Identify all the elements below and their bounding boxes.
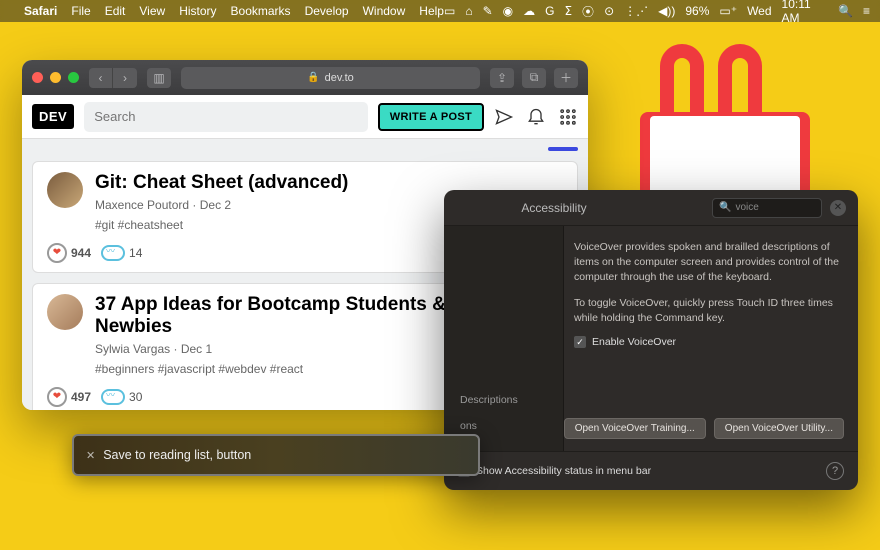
search-input[interactable]: [84, 102, 368, 132]
window-title: Accessibility: [444, 201, 712, 215]
safari-toolbar: ‹ › ▥ 🔒 dev.to ⇪ ⧉ ＋: [22, 60, 588, 95]
voiceover-text: Save to reading list, button: [103, 448, 251, 462]
clock-time[interactable]: 10:11 AM: [782, 0, 829, 25]
battery-percent: 96%: [685, 4, 709, 18]
dev-site-header: DEV WRITE A POST: [22, 95, 588, 139]
comment-count: 14: [129, 246, 142, 260]
menu-window[interactable]: Window: [363, 4, 406, 18]
prefpane-sidebar: Descriptions ons: [444, 226, 564, 451]
notifications-icon[interactable]: [526, 107, 546, 127]
cloud-icon[interactable]: ☁: [523, 4, 535, 18]
evernote-icon[interactable]: ✎: [483, 4, 493, 18]
partial-card: [32, 147, 578, 155]
status-icon[interactable]: ◉: [503, 4, 513, 18]
open-training-button[interactable]: Open VoiceOver Training...: [564, 418, 706, 439]
reaction-count: 497: [71, 390, 91, 404]
grid-icon[interactable]: [558, 107, 578, 127]
sidebar-button[interactable]: ▥: [147, 68, 171, 88]
prefpane-search[interactable]: 🔍 voice: [712, 198, 822, 218]
menu-edit[interactable]: Edit: [105, 4, 126, 18]
address-bar[interactable]: 🔒 dev.to: [181, 67, 480, 89]
sidebar-item-descriptions[interactable]: Descriptions: [450, 388, 557, 412]
post-date: Dec 1: [181, 342, 212, 356]
enable-voiceover-checkbox[interactable]: ✓ Enable VoiceOver: [574, 336, 842, 348]
status-icon[interactable]: ▭: [444, 4, 455, 18]
clock-day[interactable]: Wed: [747, 4, 771, 18]
status-icon[interactable]: ⵉ: [564, 4, 572, 18]
menu-view[interactable]: View: [139, 4, 165, 18]
checkbox-icon: ✓: [574, 336, 586, 348]
back-button[interactable]: ‹: [89, 68, 113, 88]
books-app-icon: [640, 56, 810, 206]
menu-file[interactable]: File: [71, 4, 90, 18]
post-date: Dec 2: [200, 198, 231, 212]
search-icon: 🔍: [719, 202, 731, 213]
share-button[interactable]: ⇪: [490, 68, 514, 88]
search-value: voice: [735, 202, 758, 213]
help-icon[interactable]: ?: [826, 462, 844, 480]
post-tags[interactable]: #git #cheatsheet: [95, 218, 348, 232]
accessibility-icon[interactable]: ⦿: [582, 3, 594, 20]
minimize-icon[interactable]: [50, 72, 61, 83]
reaction-count: 944: [71, 246, 91, 260]
wifi-icon[interactable]: ⋮⋰: [624, 4, 648, 18]
comment-count: 30: [129, 390, 142, 404]
tabs-button[interactable]: ⧉: [522, 68, 546, 88]
post-author[interactable]: Sylwia Vargas: [95, 342, 170, 356]
menu-bookmarks[interactable]: Bookmarks: [231, 4, 291, 18]
voiceover-hint: To toggle VoiceOver, quickly press Touch…: [574, 296, 842, 326]
avatar[interactable]: [47, 172, 83, 208]
status-icon[interactable]: G: [545, 4, 554, 18]
comment-icon[interactable]: [101, 389, 125, 405]
spotlight-icon[interactable]: 🔍: [838, 4, 853, 18]
volume-icon[interactable]: ◀)): [658, 4, 675, 18]
heart-icon[interactable]: ❤: [47, 243, 67, 263]
menu-help[interactable]: Help: [419, 4, 444, 18]
url-text: dev.to: [325, 72, 354, 84]
macos-menubar: Safari File Edit View History Bookmarks …: [0, 0, 880, 22]
clear-search-icon[interactable]: ✕: [830, 200, 846, 216]
lock-icon: 🔒: [307, 72, 319, 83]
menu-develop[interactable]: Develop: [305, 4, 349, 18]
open-utility-button[interactable]: Open VoiceOver Utility...: [714, 418, 844, 439]
dev-logo[interactable]: DEV: [32, 104, 74, 129]
close-icon[interactable]: [32, 72, 43, 83]
post-author[interactable]: Maxence Poutord: [95, 198, 189, 212]
accessibility-prefpane: Accessibility 🔍voice ✕ Descriptions ons …: [444, 190, 858, 490]
checkbox-label: Enable VoiceOver: [592, 336, 676, 348]
show-status-checkbox[interactable]: ✓Show Accessibility status in menu bar: [458, 465, 651, 477]
heart-icon[interactable]: ❤: [47, 387, 67, 407]
voiceover-caption-panel: ✕ Save to reading list, button: [72, 434, 480, 476]
connect-icon[interactable]: [494, 107, 514, 127]
post-title[interactable]: Git: Cheat Sheet (advanced): [95, 172, 348, 194]
status-icon[interactable]: ⌂: [465, 4, 472, 18]
close-icon[interactable]: ✕: [86, 449, 95, 462]
forward-button[interactable]: ›: [113, 68, 137, 88]
avatar[interactable]: [47, 294, 83, 330]
write-post-button[interactable]: WRITE A POST: [378, 103, 484, 131]
checkbox-label: Show Accessibility status in menu bar: [476, 465, 651, 477]
maximize-icon[interactable]: [68, 72, 79, 83]
battery-icon[interactable]: ▭⁺: [719, 4, 737, 18]
new-tab-button[interactable]: ＋: [554, 68, 578, 88]
app-menu[interactable]: Safari: [24, 4, 57, 18]
comment-icon[interactable]: [101, 245, 125, 261]
menu-history[interactable]: History: [179, 4, 216, 18]
status-icon[interactable]: ⊙: [604, 4, 614, 18]
window-traffic-lights[interactable]: [32, 72, 79, 83]
voiceover-description: VoiceOver provides spoken and brailled d…: [574, 240, 842, 286]
notification-center-icon[interactable]: ≡: [863, 4, 870, 18]
